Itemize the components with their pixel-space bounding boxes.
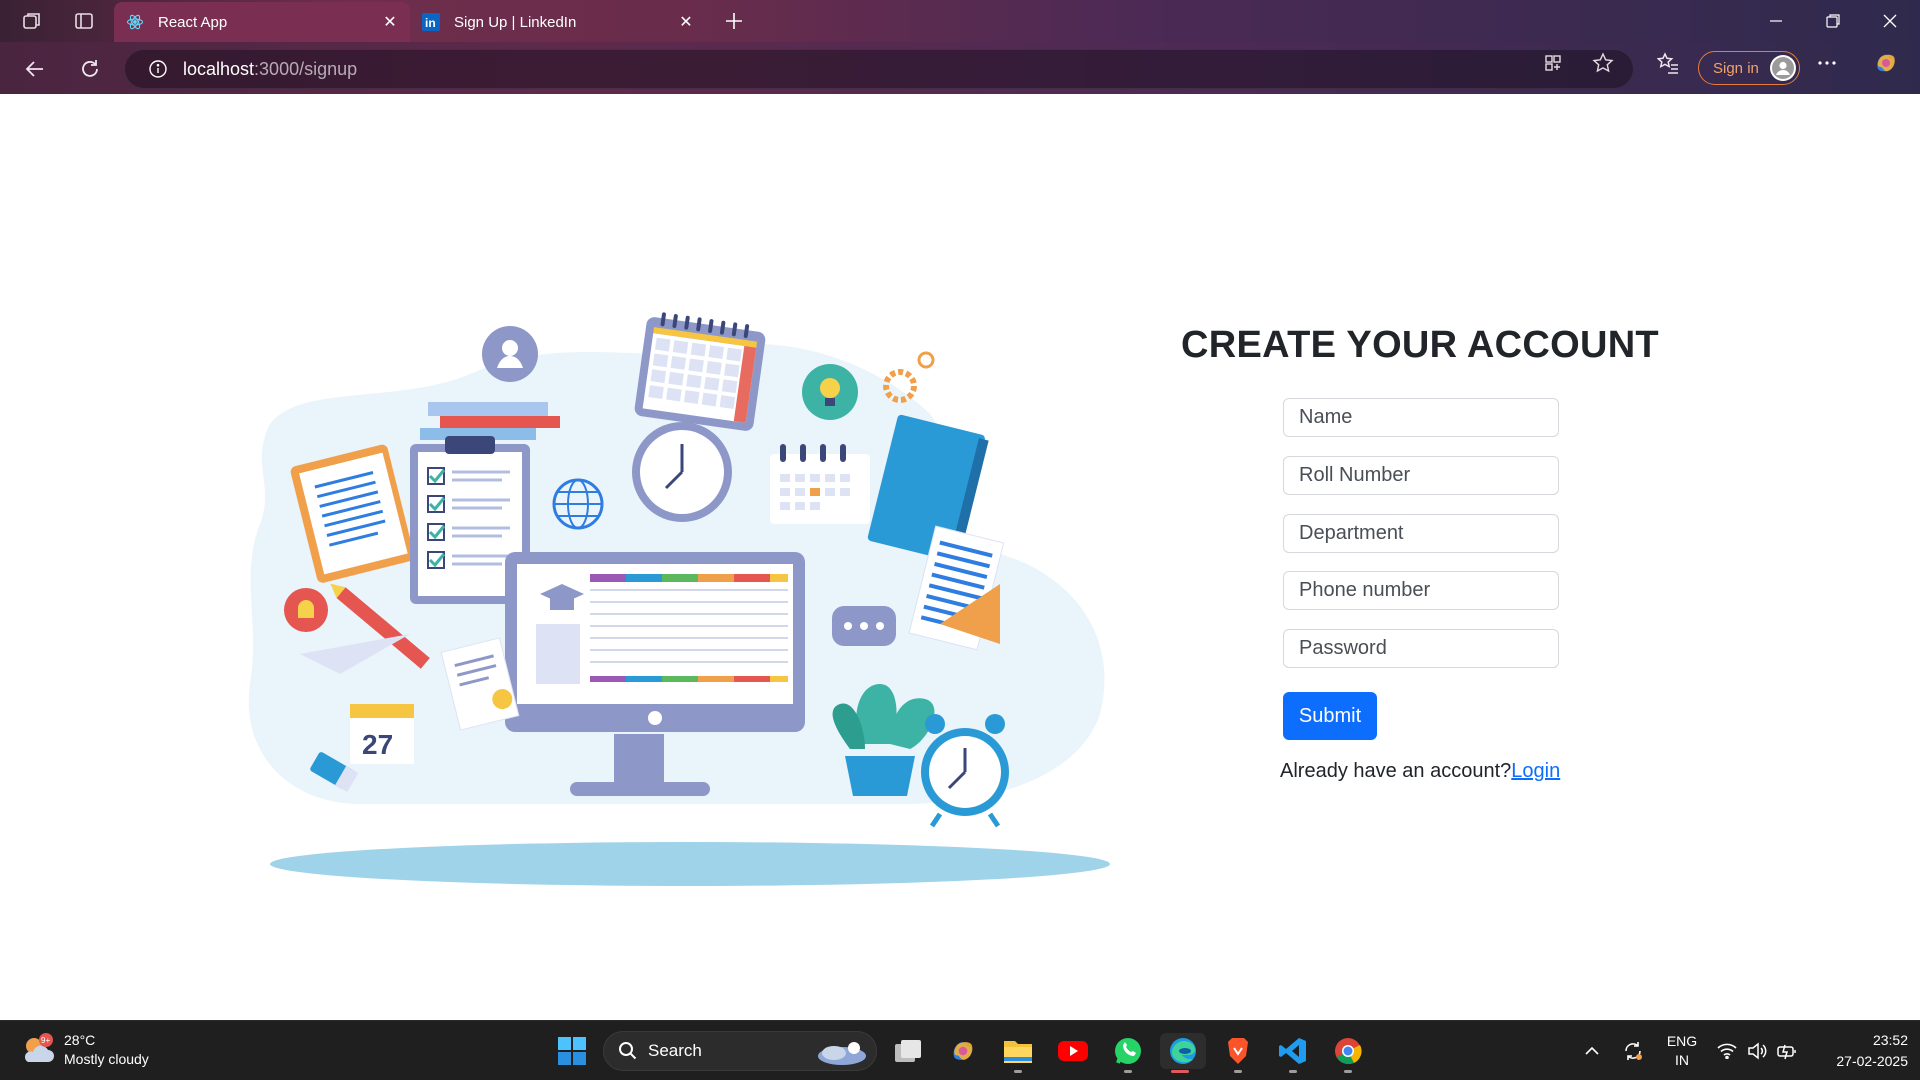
more-options-icon[interactable]: [1815, 51, 1839, 75]
browser-toolbar: localhost:3000/signup Sign in: [0, 42, 1920, 94]
weather-widget[interactable]: 9+ 28°C Mostly cloudy: [20, 1031, 149, 1069]
show-hidden-icons-chevron-icon[interactable]: [1582, 1031, 1602, 1071]
search-label: Search: [648, 1041, 702, 1060]
password-field[interactable]: [1283, 629, 1559, 668]
back-arrow-icon[interactable]: [20, 54, 50, 84]
workspaces-icon[interactable]: [19, 8, 45, 34]
tab-linkedin[interactable]: in Sign Up | LinkedIn ✕: [414, 2, 706, 42]
page-title: CREATE YOUR ACCOUNT: [1181, 324, 1659, 366]
refresh-icon[interactable]: [75, 54, 105, 84]
close-tab-icon[interactable]: ✕: [676, 12, 696, 32]
restore-icon[interactable]: [1805, 0, 1861, 42]
login-prompt-text: Already have an account?: [1280, 760, 1512, 782]
task-view-icon[interactable]: [888, 1033, 928, 1069]
language-indicator[interactable]: ENG IN: [1660, 1031, 1704, 1071]
clock-date: 27-02-2025: [1836, 1053, 1908, 1069]
region-code: IN: [1675, 1052, 1689, 1068]
vscode-icon[interactable]: [1273, 1033, 1313, 1073]
volume-icon[interactable]: [1744, 1031, 1770, 1071]
tab-title: React App: [158, 13, 228, 31]
sign-in-button[interactable]: Sign in: [1698, 51, 1800, 85]
login-link[interactable]: Login: [1511, 760, 1560, 782]
roll-number-field[interactable]: [1283, 456, 1559, 495]
login-prompt: Already have an account?Login: [1280, 760, 1560, 783]
avatar-icon: [1770, 55, 1796, 81]
weather-cloud-icon: 9+: [20, 1032, 56, 1068]
page-content: 27 CREATE YOUR ACCOUNT Name Roll Number …: [0, 94, 1920, 1020]
taskbar-search[interactable]: Search: [603, 1031, 877, 1071]
calendar-day-label: 27: [362, 729, 393, 760]
linkedin-logo-icon: in: [422, 13, 440, 31]
url-text[interactable]: localhost:3000/signup: [183, 59, 357, 80]
name-input[interactable]: [1299, 406, 1543, 429]
minimize-icon[interactable]: [1748, 0, 1804, 42]
youtube-icon[interactable]: [1053, 1033, 1093, 1069]
new-tab-icon[interactable]: [721, 8, 747, 34]
sign-in-label: Sign in: [1713, 59, 1759, 77]
site-info-icon[interactable]: [147, 58, 169, 80]
taskbar: 9+ 28°C Mostly cloudy Search ENG IN 23:5…: [0, 1020, 1920, 1080]
battery-icon[interactable]: [1774, 1031, 1800, 1071]
department-field[interactable]: [1283, 514, 1559, 553]
roll-number-input[interactable]: [1299, 464, 1543, 487]
name-field[interactable]: [1283, 398, 1559, 437]
close-window-icon[interactable]: [1862, 0, 1918, 42]
search-highlight-icon: [810, 1036, 870, 1073]
education-illustration: 27: [248, 312, 1110, 886]
weather-condition: Mostly cloudy: [64, 1051, 149, 1067]
app-available-icon[interactable]: [1541, 51, 1565, 75]
favorite-star-icon[interactable]: [1591, 51, 1615, 75]
phone-input[interactable]: [1299, 579, 1543, 602]
weather-temp: 28°C: [64, 1032, 96, 1048]
phone-field[interactable]: [1283, 571, 1559, 610]
search-icon: [618, 1041, 638, 1061]
language-code: ENG: [1666, 1033, 1698, 1049]
chrome-icon[interactable]: [1328, 1033, 1368, 1073]
weather-badge: 9+: [41, 1036, 50, 1045]
department-input[interactable]: [1299, 522, 1543, 545]
whatsapp-icon[interactable]: [1108, 1033, 1148, 1073]
edge-browser-icon[interactable]: [1160, 1033, 1206, 1073]
sync-icon[interactable]: [1620, 1031, 1646, 1071]
submit-button[interactable]: Submit: [1283, 692, 1377, 740]
svg-text:in: in: [425, 16, 436, 30]
file-explorer-icon[interactable]: [998, 1033, 1038, 1073]
signup-form: CREATE YOUR ACCOUNT Submit Already have …: [1150, 324, 1690, 782]
start-button[interactable]: [552, 1033, 592, 1069]
clock-time: 23:52: [1872, 1032, 1908, 1048]
copilot-app-icon[interactable]: [943, 1033, 983, 1069]
tab-actions-icon[interactable]: [71, 8, 97, 34]
system-clock[interactable]: 23:52 27-02-2025: [1808, 1030, 1908, 1072]
close-tab-icon[interactable]: ✕: [380, 12, 400, 32]
browser-titlebar: React App ✕ in Sign Up | LinkedIn ✕: [0, 0, 1920, 42]
address-bar[interactable]: localhost:3000/signup: [124, 49, 1634, 89]
brave-browser-icon[interactable]: [1218, 1033, 1258, 1073]
favorites-list-icon[interactable]: [1656, 51, 1680, 75]
password-input[interactable]: [1299, 637, 1543, 660]
wifi-icon[interactable]: [1714, 1031, 1740, 1071]
copilot-icon[interactable]: [1872, 49, 1900, 77]
tab-title: Sign Up | LinkedIn: [454, 13, 577, 31]
react-logo-icon: [126, 13, 144, 31]
tab-react-app[interactable]: React App ✕: [114, 2, 410, 42]
